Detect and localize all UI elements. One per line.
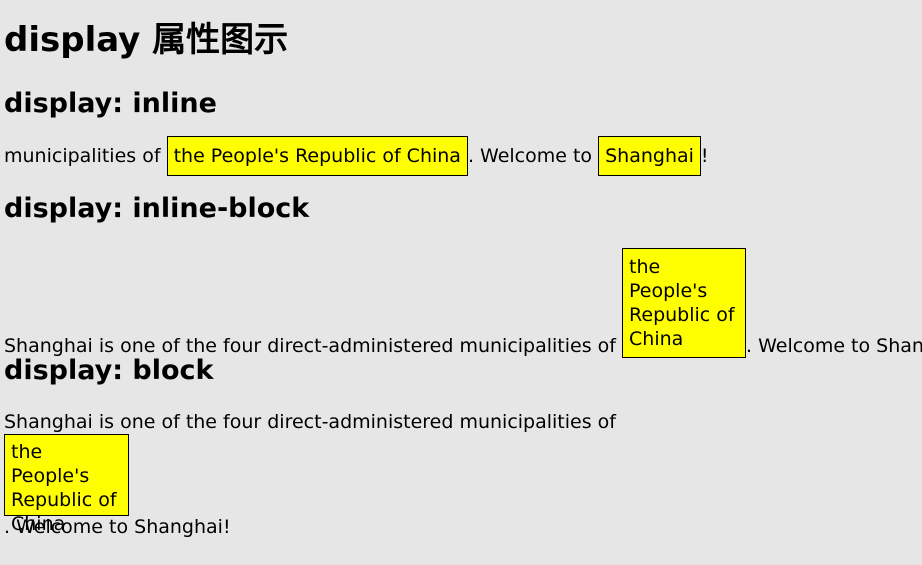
inline-text-middle: . Welcome to — [467, 145, 599, 167]
block-highlight-box: the People's Republic of China — [4, 434, 129, 535]
inline-block-demo-paragraph: Shanghai is one of the four direct-admin… — [4, 248, 922, 358]
inline-demo-paragraph: municipalities of the People's Republic … — [4, 136, 709, 176]
inline-block-text-after: . Welcome to Shanghai! — [746, 335, 922, 357]
inline-highlight-box-china: the People's Republic of China — [166, 136, 468, 176]
section-title-block: display: block — [4, 355, 214, 386]
block-text-before: Shanghai is one of the four direct-admin… — [4, 411, 616, 433]
page-title: display 属性图示 — [4, 20, 289, 60]
inline-block-highlight-box: the People's Republic of China — [622, 248, 747, 358]
page: display 属性图示 display: inline municipalit… — [0, 0, 922, 565]
inline-text-after: ! — [700, 145, 709, 167]
section-title-inline-block: display: inline-block — [4, 193, 310, 224]
block-text-after: . Welcome to Shanghai! — [4, 516, 231, 538]
inline-text-before: municipalities of — [4, 145, 167, 167]
section-title-inline: display: inline — [4, 88, 217, 119]
inline-highlight-box-shanghai: Shanghai — [598, 136, 701, 176]
